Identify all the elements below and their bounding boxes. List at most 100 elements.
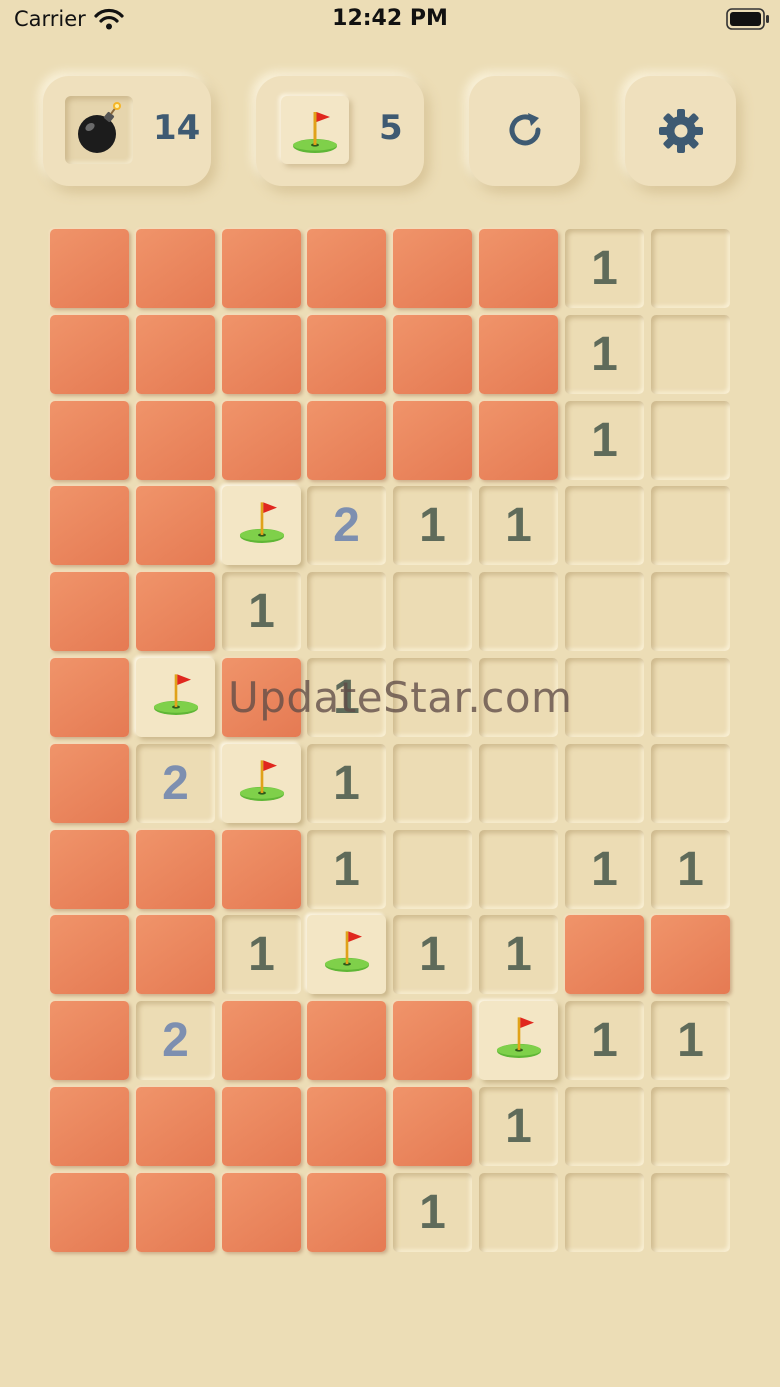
open-cell[interactable] bbox=[565, 744, 644, 823]
number-cell[interactable]: 1 bbox=[307, 658, 386, 737]
covered-cell[interactable] bbox=[222, 658, 301, 737]
number-cell[interactable]: 1 bbox=[393, 1173, 472, 1252]
covered-cell[interactable] bbox=[50, 744, 129, 823]
flag-icon bbox=[489, 1005, 549, 1077]
covered-cell[interactable] bbox=[50, 1087, 129, 1166]
open-cell[interactable] bbox=[393, 744, 472, 823]
number-cell[interactable]: 1 bbox=[565, 1001, 644, 1080]
number-cell[interactable]: 1 bbox=[651, 830, 730, 909]
open-cell[interactable] bbox=[479, 1173, 558, 1252]
open-cell[interactable] bbox=[479, 830, 558, 909]
covered-cell[interactable] bbox=[136, 486, 215, 565]
open-cell[interactable] bbox=[651, 229, 730, 308]
settings-button[interactable] bbox=[625, 76, 736, 186]
open-cell[interactable] bbox=[565, 486, 644, 565]
open-cell[interactable] bbox=[307, 572, 386, 651]
covered-cell[interactable] bbox=[50, 486, 129, 565]
flagged-cell[interactable] bbox=[479, 1001, 558, 1080]
covered-cell[interactable] bbox=[222, 830, 301, 909]
number-cell[interactable]: 1 bbox=[565, 229, 644, 308]
number-cell[interactable]: 1 bbox=[307, 744, 386, 823]
covered-cell[interactable] bbox=[50, 915, 129, 994]
covered-cell[interactable] bbox=[50, 572, 129, 651]
covered-cell[interactable] bbox=[136, 1087, 215, 1166]
covered-cell[interactable] bbox=[393, 1001, 472, 1080]
covered-cell[interactable] bbox=[479, 315, 558, 394]
open-cell[interactable] bbox=[479, 744, 558, 823]
covered-cell[interactable] bbox=[307, 315, 386, 394]
battery-icon bbox=[726, 8, 769, 30]
number-cell[interactable]: 1 bbox=[479, 1087, 558, 1166]
covered-cell[interactable] bbox=[222, 1173, 301, 1252]
number-cell[interactable]: 1 bbox=[393, 486, 472, 565]
covered-cell[interactable] bbox=[307, 1001, 386, 1080]
open-cell[interactable] bbox=[651, 572, 730, 651]
number-cell[interactable]: 1 bbox=[479, 915, 558, 994]
covered-cell[interactable] bbox=[393, 229, 472, 308]
covered-cell[interactable] bbox=[307, 1087, 386, 1166]
open-cell[interactable] bbox=[651, 658, 730, 737]
open-cell[interactable] bbox=[565, 1087, 644, 1166]
covered-cell[interactable] bbox=[222, 401, 301, 480]
restart-button[interactable] bbox=[469, 76, 580, 186]
number-cell[interactable]: 1 bbox=[222, 572, 301, 651]
flagged-cell[interactable] bbox=[136, 658, 215, 737]
open-cell[interactable] bbox=[651, 486, 730, 565]
covered-cell[interactable] bbox=[479, 229, 558, 308]
number-cell[interactable]: 2 bbox=[307, 486, 386, 565]
open-cell[interactable] bbox=[393, 830, 472, 909]
covered-cell[interactable] bbox=[393, 1087, 472, 1166]
open-cell[interactable] bbox=[651, 315, 730, 394]
number-cell[interactable]: 1 bbox=[222, 915, 301, 994]
covered-cell[interactable] bbox=[307, 401, 386, 480]
open-cell[interactable] bbox=[651, 1087, 730, 1166]
open-cell[interactable] bbox=[565, 572, 644, 651]
number-cell[interactable]: 1 bbox=[565, 401, 644, 480]
open-cell[interactable] bbox=[393, 658, 472, 737]
covered-cell[interactable] bbox=[50, 1001, 129, 1080]
covered-cell[interactable] bbox=[50, 830, 129, 909]
open-cell[interactable] bbox=[651, 401, 730, 480]
covered-cell[interactable] bbox=[136, 572, 215, 651]
covered-cell[interactable] bbox=[50, 315, 129, 394]
open-cell[interactable] bbox=[565, 1173, 644, 1252]
covered-cell[interactable] bbox=[136, 315, 215, 394]
covered-cell[interactable] bbox=[651, 915, 730, 994]
open-cell[interactable] bbox=[479, 572, 558, 651]
number-cell[interactable]: 1 bbox=[565, 315, 644, 394]
covered-cell[interactable] bbox=[136, 229, 215, 308]
covered-cell[interactable] bbox=[565, 915, 644, 994]
covered-cell[interactable] bbox=[136, 830, 215, 909]
covered-cell[interactable] bbox=[222, 315, 301, 394]
covered-cell[interactable] bbox=[222, 1001, 301, 1080]
open-cell[interactable] bbox=[565, 658, 644, 737]
covered-cell[interactable] bbox=[307, 229, 386, 308]
covered-cell[interactable] bbox=[222, 229, 301, 308]
covered-cell[interactable] bbox=[136, 915, 215, 994]
open-cell[interactable] bbox=[651, 1173, 730, 1252]
open-cell[interactable] bbox=[651, 744, 730, 823]
flagged-cell[interactable] bbox=[307, 915, 386, 994]
covered-cell[interactable] bbox=[393, 401, 472, 480]
number-cell[interactable]: 1 bbox=[393, 915, 472, 994]
number-cell[interactable]: 1 bbox=[651, 1001, 730, 1080]
covered-cell[interactable] bbox=[136, 401, 215, 480]
flagged-cell[interactable] bbox=[222, 486, 301, 565]
number-cell[interactable]: 1 bbox=[565, 830, 644, 909]
covered-cell[interactable] bbox=[50, 229, 129, 308]
covered-cell[interactable] bbox=[393, 315, 472, 394]
covered-cell[interactable] bbox=[50, 1173, 129, 1252]
number-cell[interactable]: 2 bbox=[136, 1001, 215, 1080]
open-cell[interactable] bbox=[479, 658, 558, 737]
number-cell[interactable]: 1 bbox=[479, 486, 558, 565]
covered-cell[interactable] bbox=[479, 401, 558, 480]
covered-cell[interactable] bbox=[222, 1087, 301, 1166]
covered-cell[interactable] bbox=[50, 658, 129, 737]
open-cell[interactable] bbox=[393, 572, 472, 651]
flagged-cell[interactable] bbox=[222, 744, 301, 823]
number-cell[interactable]: 1 bbox=[307, 830, 386, 909]
covered-cell[interactable] bbox=[307, 1173, 386, 1252]
covered-cell[interactable] bbox=[136, 1173, 215, 1252]
number-cell[interactable]: 2 bbox=[136, 744, 215, 823]
covered-cell[interactable] bbox=[50, 401, 129, 480]
